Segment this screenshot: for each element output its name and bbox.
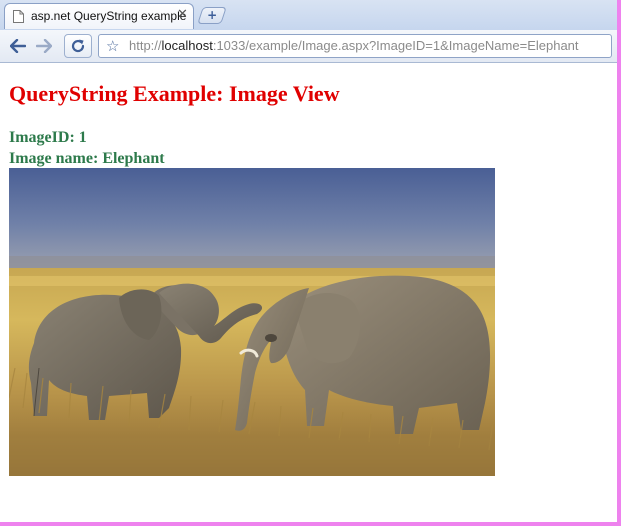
url-scheme: http:// bbox=[129, 38, 162, 53]
browser-window: asp.net QueryString example ✕ + ☆ http:/… bbox=[0, 0, 621, 526]
url-text[interactable]: http://localhost:1033/example/Image.aspx… bbox=[129, 38, 579, 53]
image-name-label: Image name: Elephant bbox=[9, 150, 165, 167]
tab-title: asp.net QueryString example bbox=[31, 9, 187, 23]
url-host: localhost bbox=[161, 38, 213, 53]
close-icon[interactable]: ✕ bbox=[177, 7, 188, 22]
page-icon bbox=[13, 10, 24, 23]
url-path: :1033/example/Image.aspx?ImageID=1&Image… bbox=[212, 38, 579, 53]
new-tab-button[interactable]: + bbox=[197, 7, 227, 24]
forward-arrow-icon bbox=[36, 39, 52, 53]
reload-icon bbox=[71, 39, 85, 53]
toolbar: ☆ http://localhost:1033/example/Image.as… bbox=[0, 30, 617, 63]
address-bar[interactable]: ☆ http://localhost:1033/example/Image.as… bbox=[98, 34, 612, 58]
back-button[interactable] bbox=[5, 34, 31, 58]
forward-button[interactable] bbox=[31, 34, 57, 58]
back-arrow-icon bbox=[10, 39, 26, 53]
reload-button[interactable] bbox=[64, 34, 92, 58]
bookmark-star-icon[interactable]: ☆ bbox=[106, 37, 119, 55]
tab-active[interactable]: asp.net QueryString example ✕ bbox=[4, 3, 194, 29]
plus-icon: + bbox=[207, 8, 218, 22]
tab-strip: asp.net QueryString example ✕ + bbox=[0, 0, 617, 31]
page-title: QueryString Example: Image View bbox=[9, 81, 340, 106]
elephant-photo bbox=[9, 168, 495, 476]
image-info: ImageID: 1 Image name: Elephant bbox=[9, 127, 165, 169]
page-content: QueryString Example: Image View ImageID:… bbox=[0, 63, 617, 522]
image-id-label: ImageID: 1 bbox=[9, 129, 87, 146]
